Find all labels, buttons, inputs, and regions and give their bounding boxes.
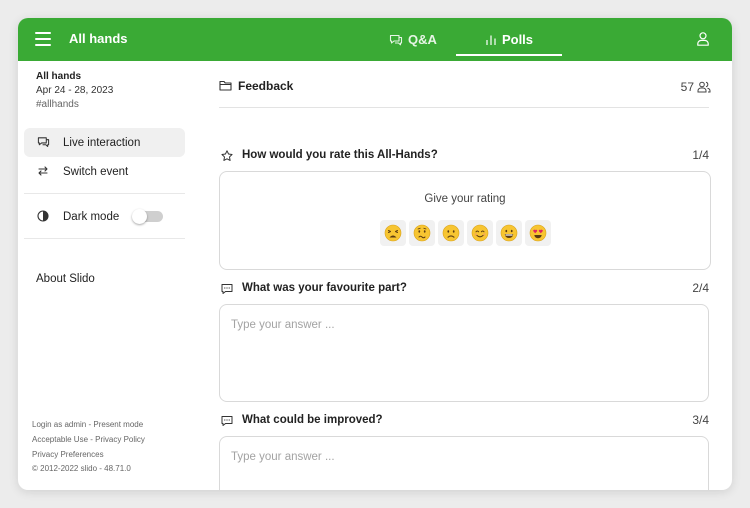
privacy-preferences-link[interactable]: Privacy Preferences [32, 450, 104, 459]
question-text: How would you rate this All-Hands? [242, 149, 438, 161]
top-bar: All hands Q&A Polls [18, 18, 732, 61]
question-2-header: What was your favourite part? 2/4 [219, 281, 709, 297]
chat-bubbles-icon [389, 34, 403, 45]
question-3-header: What could be improved? 3/4 [219, 413, 709, 429]
rating-prompt: Give your rating [424, 193, 506, 205]
acceptable-use-link[interactable]: Acceptable Use [32, 435, 88, 444]
frowning-face-icon [442, 224, 460, 242]
footer-admin-line: Login as admin - Present mode [32, 420, 143, 429]
login-admin-link[interactable]: Login as admin [32, 420, 86, 429]
rating-option-3[interactable] [438, 220, 464, 246]
confused-face-icon [413, 224, 431, 242]
divider [219, 107, 709, 108]
sidebar-item-label: Switch event [63, 165, 129, 178]
sidebar-item-switch-event[interactable]: Switch event [24, 157, 185, 186]
answer-input-2[interactable]: Type your answer ... [219, 304, 709, 402]
answer-placeholder: Type your answer ... [231, 319, 335, 331]
participants-icon [697, 81, 711, 93]
grinning-face-icon [500, 224, 518, 242]
tab-qa-label: Q&A [408, 32, 437, 47]
switch-arrows-icon [38, 166, 48, 176]
rating-option-1[interactable] [380, 220, 406, 246]
smiling-face-icon [471, 224, 489, 242]
app-window: All hands Q&A Polls All hands Apr 24 - 2… [18, 18, 732, 490]
heart-eyes-face-icon [529, 224, 547, 242]
present-mode-link[interactable]: Present mode [93, 420, 143, 429]
dark-mode-toggle[interactable] [132, 209, 163, 224]
question-text: What was your favourite part? [242, 282, 407, 294]
rating-card: Give your rating [219, 171, 711, 270]
participant-count: 57 [681, 80, 711, 94]
user-icon[interactable] [696, 31, 710, 47]
tired-face-icon [384, 224, 402, 242]
question-1-header: How would you rate this All-Hands? 1/4 [219, 148, 709, 164]
menu-icon[interactable] [35, 32, 51, 46]
speech-bubble-icon [221, 416, 233, 426]
folder-icon [219, 80, 232, 91]
about-slido-link[interactable]: About Slido [36, 273, 95, 285]
active-tab-indicator [456, 54, 562, 56]
tab-qa[interactable]: Q&A [380, 18, 446, 61]
rating-option-2[interactable] [409, 220, 435, 246]
answer-input-3[interactable]: Type your answer ... [219, 436, 709, 490]
event-title: All hands [69, 31, 128, 46]
dark-mode-icon [37, 210, 49, 222]
footer-policy-line: Acceptable Use - Privacy Policy [32, 435, 145, 444]
sidebar-item-label: Live interaction [63, 136, 141, 149]
rating-option-4[interactable] [467, 220, 493, 246]
divider [24, 238, 185, 239]
question-number: 3/4 [692, 413, 709, 427]
participant-count-value: 57 [680, 80, 694, 94]
toggle-knob [132, 209, 147, 224]
divider [24, 193, 185, 194]
sidebar: All hands Apr 24 - 28, 2023 #allhands Li… [18, 61, 193, 490]
question-number: 2/4 [692, 281, 709, 295]
rating-options [380, 220, 551, 246]
star-icon [221, 150, 233, 161]
event-dates: Apr 24 - 28, 2023 [36, 85, 114, 96]
chat-bubbles-icon [37, 137, 50, 147]
answer-placeholder: Type your answer ... [231, 451, 335, 463]
copyright: © 2012-2022 slido - 48.71.0 [32, 464, 131, 473]
poll-title: Feedback [238, 79, 294, 93]
sidebar-item-label: Dark mode [63, 210, 120, 223]
event-hashtag: #allhands [36, 99, 79, 110]
footer-prefs-line: Privacy Preferences [32, 450, 104, 459]
speech-bubble-icon [221, 284, 233, 294]
rating-option-5[interactable] [496, 220, 522, 246]
privacy-policy-link[interactable]: Privacy Policy [95, 435, 145, 444]
sidebar-item-live-interaction[interactable]: Live interaction [24, 128, 185, 157]
bar-chart-icon [486, 35, 496, 45]
event-name: All hands [36, 71, 82, 82]
question-text: What could be improved? [242, 414, 383, 426]
tab-polls-label: Polls [501, 32, 534, 47]
poll-panel: Feedback 57 How would you rate this All-… [219, 61, 711, 490]
question-number: 1/4 [692, 148, 709, 162]
rating-option-6[interactable] [525, 220, 551, 246]
